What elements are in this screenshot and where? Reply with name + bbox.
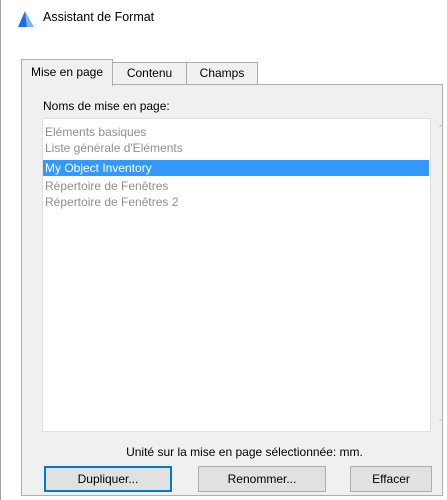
layout-list[interactable]: Eléments basiques Liste générale d'Eléme… (42, 118, 431, 432)
scroll-up-icon[interactable]: ⌃ (437, 124, 445, 135)
list-item[interactable]: Répertoire de Fenêtres 2 (43, 194, 429, 210)
list-item-selected[interactable]: My Object Inventory (43, 160, 429, 176)
tab-mise-en-page[interactable]: Mise en page (21, 59, 113, 86)
archicad-icon (18, 11, 34, 27)
duplicate-button[interactable]: Dupliquer... (44, 466, 172, 492)
scroll-down-icon[interactable]: ⌄ (437, 413, 445, 424)
layout-names-label: Noms de mise en page: (43, 99, 170, 113)
delete-button[interactable]: Effacer (350, 466, 432, 492)
format-assistant-window: Assistant de Format Mise en page Contenu… (0, 0, 447, 500)
window-title: Assistant de Format (43, 10, 155, 24)
rename-button[interactable]: Renommer... (198, 466, 326, 492)
list-item[interactable]: Eléments basiques (43, 124, 429, 140)
tab-champs[interactable]: Champs (186, 62, 258, 84)
title-bar[interactable]: Assistant de Format (1, 0, 447, 36)
list-item[interactable]: Répertoire de Fenêtres (43, 178, 429, 194)
list-item[interactable]: Liste générale d'Eléments (43, 140, 429, 156)
tab-contenu[interactable]: Contenu (112, 62, 187, 84)
unit-info-text: Unité sur la mise en page sélectionnée: … (126, 445, 363, 459)
